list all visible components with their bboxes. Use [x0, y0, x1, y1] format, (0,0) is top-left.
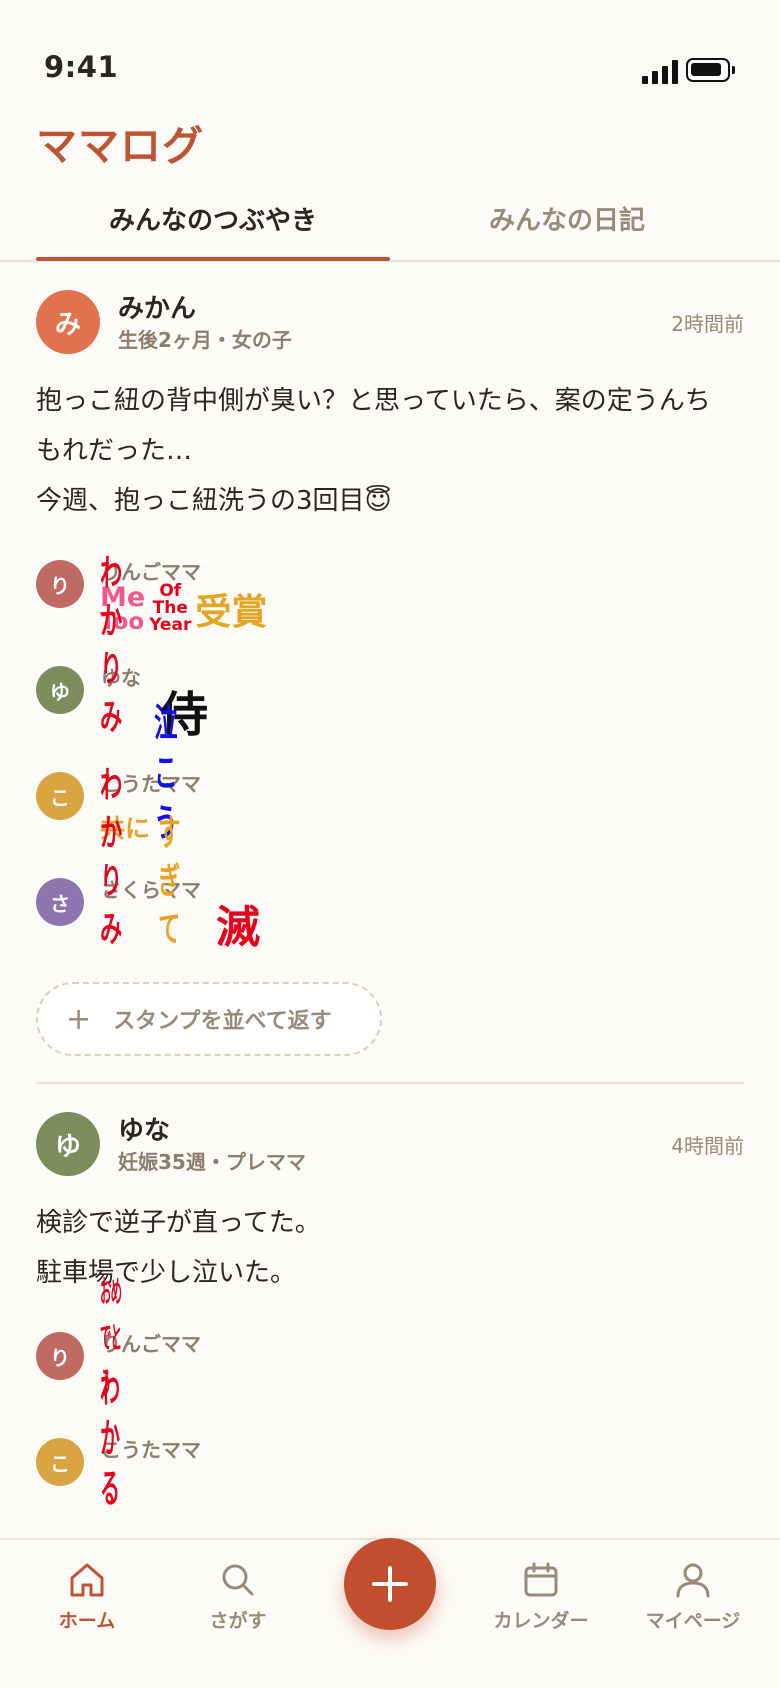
avatar[interactable]: り	[36, 560, 84, 608]
nav-home[interactable]: ホーム	[27, 1560, 147, 1633]
tab-tweets[interactable]: みんなのつぶやき	[36, 200, 390, 237]
stamp-text: 滅	[216, 902, 260, 953]
post-body-line: 検診で逆子が直ってた。	[36, 1208, 321, 1238]
post-author-meta: 生後2ヶ月・女の子	[118, 328, 292, 352]
calendar-icon	[524, 1562, 558, 1597]
reaction-list: り りんごママ おめでとう こ こうたママ わかる	[36, 1275, 744, 1534]
avatar[interactable]: り	[36, 1332, 84, 1380]
post-header: み みかん 生後2ヶ月・女の子 2時間前	[36, 262, 744, 362]
post-author[interactable]: みかん	[118, 288, 196, 325]
reaction-item: ゆ ゆな わかりみ 侍	[36, 553, 744, 762]
nav-mypage-label: マイページ	[645, 1610, 741, 1632]
feed-list: み みかん 生後2ヶ月・女の子 2時間前 抱っこ紐の背中側が臭い？と思っていたら…	[36, 262, 744, 1534]
stamp-text: わかりみ	[100, 765, 122, 950]
post-author-meta: 妊娠35週・プレママ	[118, 1150, 306, 1174]
stamp-text: すぎて	[158, 813, 180, 950]
post-body-line: もれだった…	[36, 436, 193, 466]
stamp-text: わかりみ	[100, 553, 122, 738]
avatar[interactable]: こ	[36, 772, 84, 820]
post-body-line: 今週、抱っこ紐洗うの3回目😇	[36, 486, 392, 516]
nav-calendar-label: カレンダー	[493, 1610, 589, 1632]
compose-button[interactable]	[344, 1538, 436, 1630]
avatar[interactable]: ゆ	[36, 1112, 100, 1176]
post-card[interactable]: ゆ ゆな 妊娠35週・プレママ 4時間前 検診で逆子が直ってた。 駐車場で少し泣…	[36, 1084, 744, 1534]
post-card[interactable]: み みかん 生後2ヶ月・女の子 2時間前 抱っこ紐の背中側が臭い？と思っていたら…	[36, 262, 744, 1082]
post-body: 抱っこ紐の背中側が臭い？と思っていたら、案の定うんち もれだった… 今週、抱っこ…	[36, 362, 744, 526]
post-author[interactable]: ゆな	[118, 1110, 170, 1147]
nav-search-label: さがす	[209, 1610, 267, 1632]
person-icon	[676, 1563, 710, 1598]
search-icon	[222, 1564, 254, 1596]
bottom-navigation: ホーム さがす カレンダー マイページ	[0, 1538, 780, 1688]
plus-icon: +	[66, 1001, 92, 1037]
avatar[interactable]: さ	[36, 878, 84, 926]
home-icon	[70, 1563, 104, 1597]
status-bar: 9:41	[0, 0, 780, 105]
post-body-line: 抱っこ紐の背中側が臭い？と思っていたら、案の定うんち	[36, 386, 711, 416]
tab-diary[interactable]: みんなの日記	[390, 200, 744, 237]
nav-mypage[interactable]: マイページ	[633, 1560, 753, 1633]
reaction-list: り りんごママ Me Too Of The Year 受賞 ゆ ゆな わかりみ …	[36, 526, 744, 974]
post-timestamp: 4時間前	[671, 1134, 744, 1158]
avatar[interactable]: み	[36, 290, 100, 354]
app-logo: ママログ	[36, 122, 204, 170]
battery-icon	[686, 58, 735, 82]
status-time: 9:41	[44, 50, 119, 84]
stamp-image: わかりみ すぎて 滅	[100, 765, 260, 954]
signal-icon	[642, 60, 678, 84]
post-timestamp: 2時間前	[671, 312, 744, 336]
stamp-text: わかる	[100, 1366, 120, 1512]
active-tab-indicator	[36, 257, 390, 261]
avatar[interactable]: こ	[36, 1438, 84, 1486]
nav-calendar[interactable]: カレンダー	[481, 1560, 601, 1633]
nav-home-label: ホーム	[58, 1610, 116, 1632]
feed-tabs: みんなのつぶやき みんなの日記	[0, 180, 780, 262]
reaction-item: さ さくらママ わかりみ すぎて 滅	[36, 765, 744, 974]
stamp-text: 受賞	[195, 592, 268, 633]
plus-icon	[372, 1566, 408, 1602]
reaction-item: こ こうたママ わかる	[36, 1366, 744, 1534]
stamp-image: わかる	[100, 1366, 160, 1514]
stamp-reply-button[interactable]: + スタンプを並べて返す	[36, 982, 382, 1056]
nav-search[interactable]: さがす	[178, 1560, 298, 1633]
stamp-reply-label: スタンプを並べて返す	[113, 1009, 332, 1034]
post-header: ゆ ゆな 妊娠35週・プレママ 4時間前	[36, 1084, 744, 1184]
avatar[interactable]: ゆ	[36, 666, 84, 714]
